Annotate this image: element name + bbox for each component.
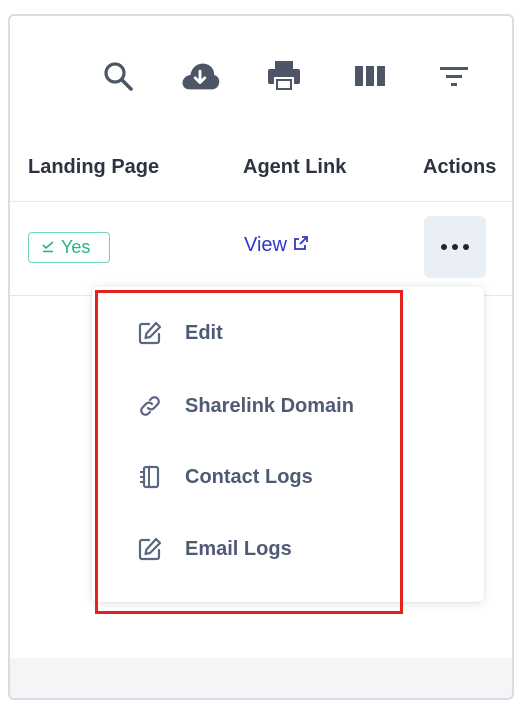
menu-item-sharelink-domain[interactable]: Sharelink Domain [92,377,484,435]
external-link-icon [293,234,309,257]
landing-page-status-badge: Yes [28,232,110,263]
menu-item-label: Email Logs [185,537,292,560]
column-header-landing-page[interactable]: Landing Page [28,156,159,179]
notebook-icon [136,463,164,491]
table-header-row: Landing Page Agent Link Actions [10,140,512,202]
table-footer-band [10,658,512,698]
check-icon [41,240,55,255]
view-link-label: View [244,234,287,256]
menu-item-label: Contact Logs [185,465,313,488]
menu-item-label: Edit [185,321,223,344]
more-dot-icon [463,244,469,250]
row-actions-more-button[interactable] [424,216,486,278]
edit-icon [136,319,164,347]
row-actions-dropdown-menu: Edit Sharelink Domain Contact Logs Email… [92,286,484,602]
link-icon [136,392,164,420]
filter-icon[interactable] [434,56,474,96]
search-icon[interactable] [98,56,138,96]
table-row: Yes View [10,202,512,296]
more-dot-icon [441,244,447,250]
print-icon[interactable] [264,56,304,96]
cloud-download-icon[interactable] [180,56,220,96]
menu-item-contact-logs[interactable]: Contact Logs [92,448,484,506]
more-dot-icon [452,244,458,250]
table-toolbar [10,16,512,136]
menu-item-label: Sharelink Domain [185,394,354,417]
agent-view-link[interactable]: View [244,234,309,257]
edit-icon [136,535,164,563]
column-header-agent-link[interactable]: Agent Link [243,156,346,179]
menu-item-edit[interactable]: Edit [92,304,484,362]
columns-icon[interactable] [350,56,390,96]
menu-item-email-logs[interactable]: Email Logs [92,520,484,578]
column-header-actions: Actions [423,156,497,178]
badge-label: Yes [61,237,91,257]
